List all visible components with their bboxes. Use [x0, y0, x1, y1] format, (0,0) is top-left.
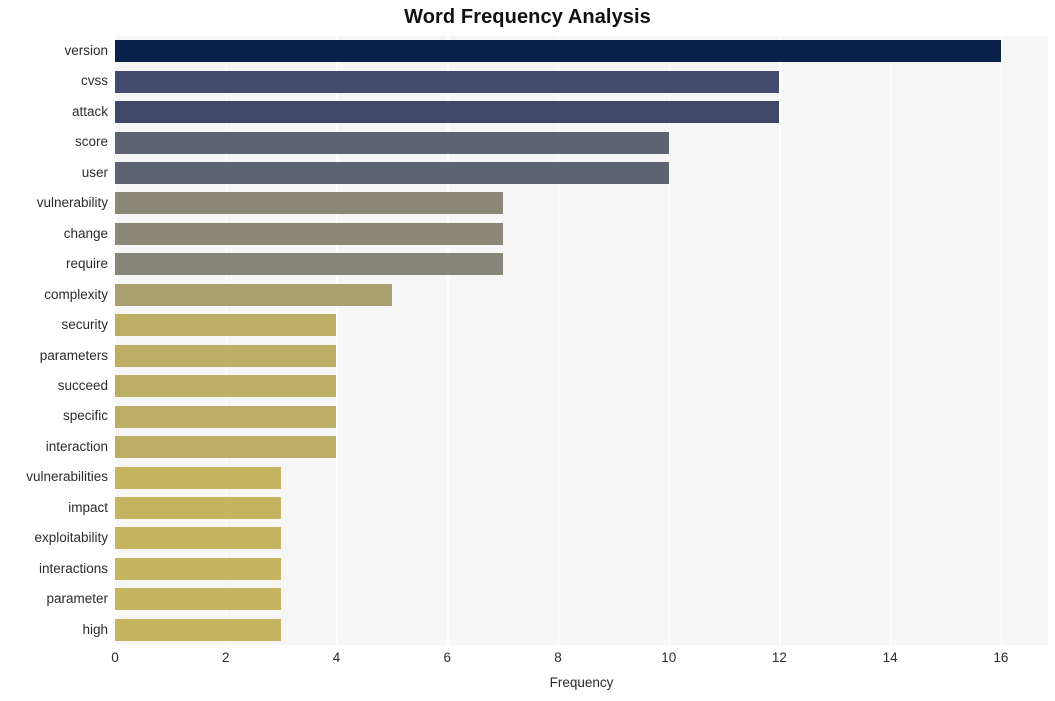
bar[interactable] [115, 375, 337, 398]
x-axis-tick-label: 14 [882, 650, 898, 665]
bar-row [115, 97, 1048, 127]
y-axis-tick-label: cvss [81, 73, 108, 89]
x-axis-tick-label: 8 [554, 650, 562, 665]
chart-title: Word Frequency Analysis [404, 6, 651, 28]
bar-row [115, 615, 1048, 645]
bar-row [115, 310, 1048, 340]
bar-row [115, 158, 1048, 188]
y-axis-tick-label: exploitability [34, 530, 108, 546]
y-axis-tick-label: attack [71, 103, 108, 119]
bar-row [115, 523, 1048, 553]
x-axis-title: Frequency [549, 675, 614, 690]
y-axis-tick-label: interactions [38, 560, 108, 576]
x-axis-tick-label: 6 [443, 650, 451, 665]
bar[interactable] [115, 588, 282, 611]
y-axis-tick-label: impact [68, 499, 108, 515]
bar[interactable] [115, 466, 282, 489]
bar-row [115, 188, 1048, 218]
bar-row [115, 401, 1048, 431]
bar-row [115, 66, 1048, 96]
bar-row [115, 584, 1048, 614]
x-axis-tick-label: 0 [111, 650, 119, 665]
plot-area [115, 36, 1048, 645]
bar[interactable] [115, 527, 282, 550]
bar[interactable] [115, 253, 503, 276]
x-axis-tick-label: 12 [771, 650, 787, 665]
y-axis-tick-label: parameter [46, 591, 108, 607]
y-axis-tick-label: complexity [44, 286, 108, 302]
bar-row [115, 249, 1048, 279]
bar[interactable] [115, 283, 392, 306]
y-axis-tick-label: succeed [57, 377, 108, 393]
bar[interactable] [115, 192, 503, 215]
bar[interactable] [115, 436, 337, 459]
x-axis-tick-label: 16 [993, 650, 1009, 665]
x-axis-tick-label: 10 [661, 650, 677, 665]
bar[interactable] [115, 162, 669, 185]
y-axis-tick-label: vulnerabilities [26, 469, 108, 485]
y-axis-tick-label: score [74, 134, 108, 150]
bar-row [115, 371, 1048, 401]
bar[interactable] [115, 40, 1001, 63]
bar-row [115, 280, 1048, 310]
bar-row [115, 462, 1048, 492]
bar[interactable] [115, 618, 282, 641]
bar[interactable] [115, 131, 669, 154]
x-axis-tick-labels: 0 2 4 6 8 10 12 14 16 [0, 650, 1055, 670]
bar-row [115, 127, 1048, 157]
y-axis-tick-label: interaction [45, 438, 108, 454]
bar-row [115, 341, 1048, 371]
bar[interactable] [115, 405, 337, 428]
x-axis-tick-label: 4 [332, 650, 341, 665]
bar[interactable] [115, 222, 503, 245]
bar[interactable] [115, 557, 282, 580]
bar-row [115, 36, 1048, 66]
y-axis-tick-label: user [81, 164, 108, 180]
x-axis-tick-label: 2 [221, 650, 230, 665]
y-axis-tick-label: version [64, 43, 108, 58]
bars-layer [115, 36, 1048, 645]
y-axis-tick-label: high [82, 621, 108, 637]
y-axis-tick-label: parameters [39, 347, 108, 363]
bar[interactable] [115, 70, 780, 93]
bar-row [115, 432, 1048, 462]
bar-row [115, 219, 1048, 249]
chart-figure: Word Frequency Analysis version cvss attac… [0, 0, 1055, 701]
y-axis-tick-labels: version cvss attack score user vulnerability c… [0, 36, 108, 645]
y-axis-tick-label: specific [62, 408, 108, 424]
y-axis-tick-label: require [65, 256, 108, 272]
y-axis-tick-label: change [63, 225, 108, 241]
bar[interactable] [115, 344, 337, 367]
bar[interactable] [115, 101, 780, 124]
y-axis-tick-label: vulnerability [36, 195, 108, 211]
bar-row [115, 493, 1048, 523]
y-axis-tick-label: security [61, 317, 108, 333]
bar[interactable] [115, 314, 337, 337]
bar[interactable] [115, 496, 282, 519]
bar-row [115, 554, 1048, 584]
